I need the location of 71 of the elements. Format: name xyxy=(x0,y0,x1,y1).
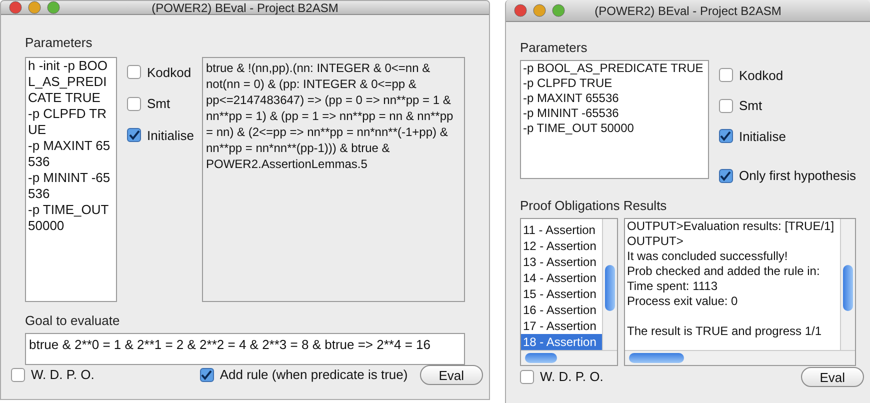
checkmark-icon xyxy=(128,130,140,140)
checkbox[interactable] xyxy=(718,98,733,113)
output-line: Prob checked and added the rule in: xyxy=(627,264,820,279)
section-label: Proof Obligations Results xyxy=(520,196,668,215)
checkbox[interactable] xyxy=(127,65,141,80)
parameter-line: -p CLPFD TRUE xyxy=(28,106,108,138)
zoom-icon[interactable] xyxy=(552,4,565,17)
parameter-line: -p BOOL_AS_PREDICATE TRUE xyxy=(523,60,704,76)
result-item[interactable]: 13 - Assertion xyxy=(521,254,602,270)
parameter-line: -p MAXINT 65536 xyxy=(28,138,112,170)
checkbox-label: W. D. P. O. xyxy=(31,366,94,384)
section-label: Parameters xyxy=(520,39,588,57)
checkmark-icon xyxy=(720,170,732,181)
output-line: OUTPUT>Evaluation results: [TRUE/1] xyxy=(627,219,834,234)
window-title: (POWER2) BEval - Project B2ASM xyxy=(594,2,782,20)
output-line: Time spent: 1113 xyxy=(627,279,718,294)
eval-button[interactable]: Eval xyxy=(800,367,864,387)
scrollbar[interactable] xyxy=(521,350,617,365)
result-item[interactable]: 11 - Assertion xyxy=(521,222,602,238)
checkbox-label: Kodkod xyxy=(738,66,784,84)
zoom-icon[interactable] xyxy=(47,1,60,14)
scrollbar[interactable] xyxy=(625,350,855,365)
checkbox[interactable] xyxy=(718,68,733,82)
parameter-line: -p MININT -65536 xyxy=(523,106,619,120)
window-title: (POWER2) BEval - Project B2ASM xyxy=(152,0,338,16)
checkbox[interactable] xyxy=(127,96,141,111)
hypothesis-text: btrue & !(nn,pp).(nn: INTEGER & 0<=nn & not(nn = 0) & (pp: INTEGER & 0<=pp & pp<=2147483647) => (pp = 0 => nn**pp = 1 & nn**pp = 1) & (pp = 1 => nn**pp = nn & nn**pp = nn) & (2<=pp => nn**pp = nn*nn**(-1+pp) & nn**pp = nn*nn**(pp-1))) & btrue & POWER2.AssertionLemmas.5 xyxy=(202,56,465,302)
minimize-icon[interactable] xyxy=(533,4,546,17)
checkmark-icon xyxy=(720,131,732,142)
close-icon[interactable] xyxy=(514,4,527,17)
result-item[interactable]: 16 - Assertion xyxy=(521,302,602,318)
parameter-line: -p MAXINT 65536 xyxy=(523,90,619,106)
parameters-field[interactable]: h -init -p BOOL_AS_PREDICATE TRUE -p CLPFD TRUE -p MAXINT 65536 -p MININT -65536 -p TIME_OUT 50000 xyxy=(25,56,117,302)
result-item[interactable]: 15 - Assertion xyxy=(521,286,602,302)
result-item[interactable]: 12 - Assertion xyxy=(521,238,602,254)
checkbox[interactable] xyxy=(200,368,214,382)
goal-field[interactable]: btrue & 2**0 = 1 & 2**1 = 2 & 2**2 = 4 & 2**3 = 8 & btrue => 2**4 = 16 xyxy=(25,333,465,365)
parameter-line: h -init -p BOOL_AS_PREDICATE TRUE xyxy=(28,58,108,106)
minimize-icon[interactable] xyxy=(28,1,41,14)
parameter-line: -p TIME_OUT 50000 xyxy=(28,202,110,234)
checkbox[interactable] xyxy=(718,168,733,183)
checkmark-icon xyxy=(201,370,212,380)
output-line: The result is TRUE and progress 1/1 xyxy=(627,324,822,339)
scrollbar[interactable] xyxy=(602,219,617,350)
scrollbar[interactable] xyxy=(840,219,855,350)
parameter-line: -p TIME_OUT 50000 xyxy=(523,120,634,136)
checkbox-label: Kodkod xyxy=(147,64,192,82)
checkbox-label: Smt xyxy=(738,97,762,115)
checkbox-label: W. D. P. O. xyxy=(540,368,604,386)
parameters-field[interactable]: -p BOOL_AS_PREDICATE TRUE -p CLPFD TRUE -p MAXINT 65536 -p MININT -65536 -p TIME_OUT 50000 xyxy=(520,60,709,178)
close-icon[interactable] xyxy=(9,1,22,14)
section-label: Parameters xyxy=(25,34,94,52)
output-line: OUTPUT> xyxy=(627,234,684,249)
checkbox-label: Only first hypothesis xyxy=(738,167,856,185)
checkbox-label: Initialise xyxy=(147,126,194,144)
eval-button[interactable]: Eval xyxy=(420,365,483,385)
checkbox[interactable] xyxy=(520,370,534,384)
result-item[interactable]: 17 - Assertion xyxy=(521,318,602,334)
checkbox-label: Initialise xyxy=(738,128,786,146)
parameter-line: -p MININT -65536 xyxy=(28,170,112,202)
checkbox-label: Smt xyxy=(147,95,170,113)
checkbox[interactable] xyxy=(127,128,141,142)
result-item[interactable]: 18 - Assertion xyxy=(521,334,602,350)
checkbox[interactable] xyxy=(718,129,733,144)
checkbox[interactable] xyxy=(11,368,25,382)
section-label: Goal to evaluate xyxy=(25,312,121,330)
output-line: Process exit value: 0 xyxy=(627,294,738,309)
parameter-line: -p CLPFD TRUE xyxy=(523,76,612,90)
checkbox-label: Add rule (when predicate is true) xyxy=(220,366,408,384)
result-item[interactable]: 14 - Assertion xyxy=(521,270,602,286)
output-line: It was concluded successfully! xyxy=(627,249,788,264)
